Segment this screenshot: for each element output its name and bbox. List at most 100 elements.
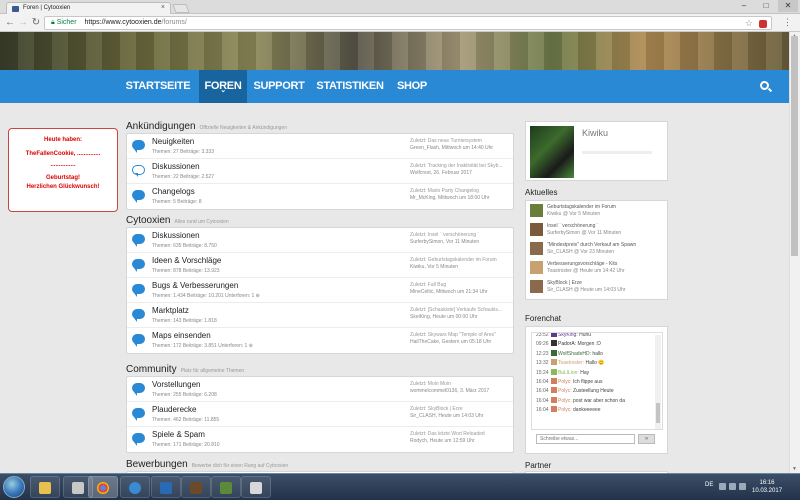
last-post-title[interactable]: Zuletzt: [Schaukiste] Verkaufe Schaukis.… [410, 307, 502, 313]
forum-row[interactable]: Ideen & Vorschläge Themen: 878 Beiträge: … [127, 253, 513, 278]
aktuelles-item[interactable]: "Mindestpreis" durch Verkauf am Spawn Sir… [526, 239, 667, 258]
forum-last-post[interactable]: Zuletzt: Tracking der Inaktivität bei Sk… [410, 163, 513, 177]
section-title[interactable]: Bewerbungen Bewerbe dich für einen Rang a… [126, 459, 288, 470]
forum-name[interactable]: Diskussionen [152, 162, 200, 171]
aktuelles-item-title[interactable]: Insel ``verschönerung`` [547, 223, 665, 229]
chat-user[interactable]: Polyc: [558, 379, 572, 385]
profile-username[interactable]: Kiwiku [582, 128, 608, 138]
last-post-title[interactable]: Zuletzt: Skywars Map "Temple of Ares" [410, 332, 496, 338]
new-tab-button[interactable] [172, 4, 190, 13]
chat-user[interactable]: Toastroster: [558, 360, 584, 366]
url-field[interactable]: 🔒︎ Sicher https://www.cytooxien.de/forum… [44, 16, 772, 30]
section-title-text[interactable]: Cytooxien [126, 215, 170, 226]
forward-arrow-icon[interactable]: → [17, 17, 29, 29]
aktuelles-item[interactable]: SkyBlock | Erze Sir_CLASH @ Heute um 14:0… [526, 277, 667, 296]
taskbar-minecraft-icon[interactable] [211, 476, 241, 498]
chat-user[interactable]: Polyc: [558, 398, 572, 404]
chat-messages[interactable]: 23:52 SkyKing: Huhu 09:26 PadorA: Morgen :D… [531, 332, 663, 430]
section-title[interactable]: Cytooxien Alles rund um Cytooxien [126, 215, 229, 226]
tray-volume-icon[interactable] [739, 483, 746, 490]
forum-last-post[interactable]: Zuletzt: Moin Moin wommelcommel0136, 3. M… [410, 381, 513, 395]
user-profile-box[interactable]: Kiwiku [525, 121, 668, 181]
forum-name[interactable]: Changelogs [152, 187, 195, 196]
tray-arrow-icon[interactable] [719, 483, 726, 490]
nav-shop[interactable]: SHOP [393, 70, 431, 103]
forum-row[interactable]: Changelogs Themen: 5 Beiträge: 8 Zuletzt: … [127, 184, 513, 209]
forum-last-post[interactable]: Zuletzt: Mario Party Changelog Mr_McKing,… [410, 188, 513, 202]
aktuelles-item-title[interactable]: Verbesserungsvorschläge - Kits [547, 261, 665, 267]
forum-name[interactable]: Diskussionen [152, 231, 200, 240]
page-scrollbar-thumb[interactable] [791, 36, 798, 256]
browser-tab[interactable]: Foren | Cytooxien × [6, 2, 171, 14]
nav-support[interactable]: SUPPORT [251, 70, 307, 103]
aktuelles-item[interactable]: Verbesserungsvorschläge - Kits Toastroste… [526, 258, 667, 277]
forum-name[interactable]: Spiele & Spam [152, 430, 205, 439]
close-window-button[interactable]: ✕ [778, 0, 798, 12]
forum-name[interactable]: Neuigkeiten [152, 137, 194, 146]
chat-user[interactable]: Polyc: [558, 388, 572, 394]
section-title-text[interactable]: Bewerbungen [126, 459, 188, 470]
aktuelles-item[interactable]: Insel ``verschönerung`` SurferbySimon @ V… [526, 220, 667, 239]
section-title-text[interactable]: Community [126, 364, 177, 375]
aktuelles-item-title[interactable]: Geburtstagskalender im Forum [547, 204, 665, 210]
last-post-title[interactable]: Zuletzt: Das letzte Wort Reloaded [410, 431, 485, 437]
forum-row[interactable]: Spiele & Spam Themen: 171 Beiträge: 20.81… [127, 427, 513, 452]
tray-language[interactable]: DE [705, 482, 713, 488]
chat-user[interactable]: SkyKing: [558, 333, 578, 338]
forum-row[interactable]: Vorstellungen Themen: 255 Beiträge: 6.208… [127, 377, 513, 402]
taskbar-chrome-icon[interactable] [88, 476, 118, 498]
forum-row[interactable]: Diskussionen Themen: 22 Beiträge: 2.527 Zu… [127, 159, 513, 184]
chat-user[interactable]: PadorA: [558, 341, 576, 347]
browser-menu-icon[interactable]: ⋮ [783, 17, 792, 28]
section-title[interactable]: Ankündigungen Offizielle Neuigkeiten & An… [126, 121, 287, 132]
back-arrow-icon[interactable]: ← [4, 17, 16, 29]
chat-user[interactable]: Polyc: [558, 407, 572, 413]
last-post-title[interactable]: Zuletzt: Fall Bug [410, 282, 446, 288]
section-title-text[interactable]: Ankündigungen [126, 121, 196, 132]
forum-last-post[interactable]: Zuletzt: Insel ``verschönerung`` Surferby… [410, 232, 513, 246]
bookmark-star-icon[interactable]: ☆ [745, 18, 753, 29]
last-post-title[interactable]: Zuletzt: Geburtstagskalender im Forum [410, 257, 497, 263]
search-icon[interactable] [760, 81, 769, 90]
taskbar-app-icon[interactable] [181, 476, 211, 498]
forum-last-post[interactable]: Zuletzt: [Schaukiste] Verkaufe Schaukis.… [410, 307, 513, 321]
forum-name[interactable]: Plauderecke [152, 405, 196, 414]
taskbar-app-icon[interactable] [151, 476, 181, 498]
section-title[interactable]: Community Platz für allgemeine Themen [126, 364, 244, 375]
chat-send-button[interactable]: » [638, 434, 655, 444]
tab-close-icon[interactable]: × [161, 4, 165, 11]
forum-last-post[interactable]: Zuletzt: Das letzte Wort Reloaded Rodych,… [410, 431, 513, 445]
forum-last-post[interactable]: Zuletzt: Skywars Map "Temple of Ares" Hai… [410, 332, 513, 346]
taskbar-app-icon[interactable] [241, 476, 271, 498]
forum-last-post[interactable]: Zuletzt: Das neue Turniersystem Green_Fla… [410, 138, 513, 152]
maximize-button[interactable]: □ [756, 0, 776, 12]
forum-row[interactable]: Bugs & Verbesserungen Themen: 1.434 Beitr… [127, 278, 513, 303]
chat-scrollbar-thumb[interactable] [656, 403, 660, 423]
forum-row[interactable]: Plauderecke Themen: 462 Beiträge: 11.855 Z… [127, 402, 513, 427]
last-post-title[interactable]: Zuletzt: Insel ``verschönerung`` [410, 232, 479, 238]
aktuelles-item[interactable]: Geburtstagskalender im Forum Kiwiku @ Vor… [526, 201, 667, 220]
last-post-title[interactable]: Zuletzt: Mario Party Changelog [410, 188, 479, 194]
nav-statistiken[interactable]: STATISTIKEN [314, 70, 386, 103]
forum-name[interactable]: Bugs & Verbesserungen [152, 281, 238, 290]
last-post-title[interactable]: Zuletzt: Das neue Turniersystem [410, 138, 482, 144]
chat-user[interactable]: BuLlLion: [558, 370, 579, 376]
taskbar-ie-icon[interactable] [120, 476, 150, 498]
forum-last-post[interactable]: Zuletzt: Geburtstagskalender im Forum Kiw… [410, 257, 513, 271]
aktuelles-item-title[interactable]: SkyBlock | Erze [547, 280, 665, 286]
forum-last-post[interactable]: Zuletzt: Fall Bug MineCeltic, Mittwoch um… [410, 282, 513, 296]
extension-icon[interactable] [759, 20, 767, 28]
nav-startseite[interactable]: STARTSEITE [124, 70, 192, 103]
forum-last-post[interactable]: Zuletzt: SkyBlock | Erze Sir_CLASH, Heute… [410, 406, 513, 420]
last-post-title[interactable]: Zuletzt: Tracking der Inaktivität bei Sk… [410, 163, 503, 169]
reload-icon[interactable]: ↻ [30, 17, 42, 29]
scroll-down-arrow-icon[interactable]: ▼ [791, 466, 798, 472]
minimize-button[interactable]: – [734, 0, 754, 12]
forum-name[interactable]: Ideen & Vorschläge [152, 256, 221, 265]
chat-user[interactable]: WolfShadeHD: [558, 351, 591, 357]
tray-network-icon[interactable] [729, 483, 736, 490]
forum-row[interactable]: Marktplatz Themen: 143 Beiträge: 1.818 Zul… [127, 303, 513, 328]
taskbar-explorer-icon[interactable] [30, 476, 60, 498]
forum-row[interactable]: Neuigkeiten Themen: 27 Beiträge: 3.333 Zul… [127, 134, 513, 159]
tray-clock[interactable]: 16:16 10.03.2017 [752, 479, 782, 495]
